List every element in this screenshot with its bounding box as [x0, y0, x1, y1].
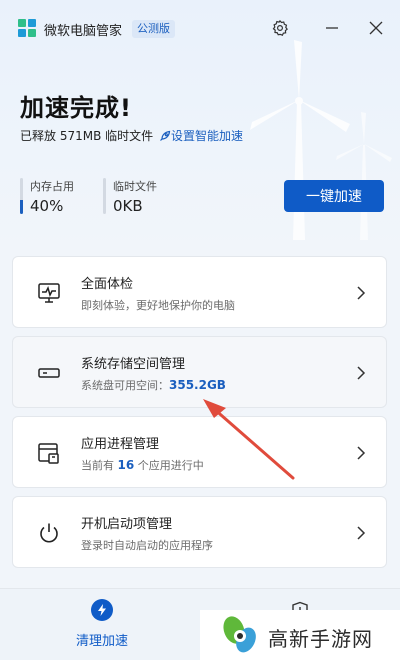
temp-files-stat: 临时文件 0KB	[103, 178, 157, 215]
memory-usage-fill	[20, 199, 23, 214]
nav-clean-icon-circle	[91, 599, 113, 621]
card-title: 系统存储空间管理	[81, 357, 186, 372]
temp-files-label: 临时文件	[113, 180, 157, 193]
card-title: 开机启动项管理	[81, 517, 173, 532]
free-space-value: 355.2GB	[169, 378, 226, 392]
card-description: 即刻体验，更好地保护你的电脑	[81, 299, 235, 312]
chevron-right-icon	[357, 366, 366, 380]
watermark: 高新手游网	[200, 610, 400, 660]
drive-icon	[38, 368, 60, 378]
minimize-icon	[326, 27, 338, 29]
minimize-button[interactable]	[320, 16, 344, 40]
nav-clean-label: 清理加速	[75, 634, 128, 649]
gear-icon	[272, 19, 288, 36]
nav-clean-boost[interactable]: 清理加速	[62, 599, 142, 649]
card-startup-management[interactable]: 开机启动项管理 登录时自动启动的应用程序	[12, 496, 387, 568]
release-summary: 已释放 571MB 临时文件 设置智能加速	[20, 127, 243, 144]
storage-desc-prefix: 系统盘可用空间：	[81, 379, 169, 392]
temp-files-value: 0KB	[113, 197, 143, 215]
settings-button[interactable]	[268, 16, 292, 40]
rocket-icon	[160, 130, 171, 141]
app-window-icon	[38, 443, 59, 464]
app-name: 微软电脑管家	[44, 24, 123, 39]
temp-files-bar	[103, 178, 106, 214]
card-process-management[interactable]: 应用进程管理 当前有 16 个应用进行中	[12, 416, 387, 488]
card-description: 登录时自动启动的应用程序	[81, 539, 213, 552]
card-title: 应用进程管理	[81, 437, 160, 452]
chevron-right-icon	[357, 526, 366, 540]
app-logo-icon	[18, 19, 36, 37]
chevron-right-icon	[357, 286, 366, 300]
card-description: 系统盘可用空间：355.2GB	[81, 377, 226, 393]
memory-usage-bar	[20, 178, 23, 214]
page-title: 加速完成!	[20, 94, 132, 122]
card-full-checkup[interactable]: 全面体检 即刻体验，更好地保护你的电脑	[12, 256, 387, 328]
close-button[interactable]	[364, 16, 388, 40]
edition-badge: 公测版	[132, 20, 175, 38]
memory-usage-stat: 内存占用 40%	[20, 178, 74, 215]
smart-boost-link[interactable]: 设置智能加速	[159, 129, 243, 143]
card-storage-management[interactable]: 系统存储空间管理 系统盘可用空间：355.2GB	[12, 336, 387, 408]
process-desc-prefix: 当前有	[81, 459, 118, 472]
smart-boost-label: 设置智能加速	[170, 129, 243, 143]
chevron-right-icon	[357, 446, 366, 460]
memory-usage-value: 40%	[30, 197, 64, 215]
released-text: 已释放 571MB 临时文件	[20, 129, 154, 143]
lightning-icon	[98, 604, 106, 616]
monitor-pulse-icon	[38, 283, 60, 303]
process-desc-suffix: 个应用进行中	[134, 459, 204, 472]
card-description: 当前有 16 个应用进行中	[81, 457, 204, 473]
one-click-boost-button[interactable]: 一键加速	[284, 180, 384, 212]
close-icon	[369, 21, 383, 35]
process-count: 16	[117, 458, 135, 472]
memory-usage-label: 内存占用	[30, 180, 74, 193]
title-bar: 微软电脑管家 公测版	[0, 0, 400, 56]
watermark-text: 高新手游网	[268, 627, 373, 651]
power-icon	[40, 523, 58, 543]
watermark-logo-icon	[223, 616, 256, 653]
card-title: 全面体检	[81, 277, 134, 292]
